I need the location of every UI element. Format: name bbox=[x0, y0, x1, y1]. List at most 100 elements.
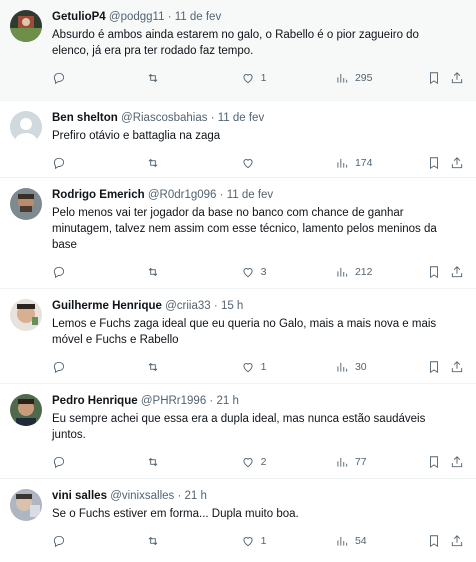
author-name[interactable]: Guilherme Henrique bbox=[52, 300, 162, 312]
share-button[interactable] bbox=[450, 455, 464, 469]
author-name[interactable]: GetulioP4 bbox=[52, 11, 106, 23]
avatar[interactable] bbox=[10, 394, 42, 426]
retweet-button[interactable] bbox=[146, 71, 240, 85]
avatar[interactable] bbox=[10, 489, 42, 521]
tweet-header: GetulioP4 @podgg11 · 11 de fev bbox=[52, 10, 464, 24]
bookmark-button[interactable] bbox=[427, 71, 450, 85]
like-button[interactable]: 1 bbox=[241, 71, 335, 85]
tweet-header: Pedro Henrique @PHRr1996 · 21 h bbox=[52, 394, 464, 408]
retweet-button[interactable] bbox=[146, 534, 240, 548]
separator: · bbox=[210, 112, 215, 124]
tweet[interactable]: GetulioP4 @podgg11 · 11 de fev Absurdo é… bbox=[0, 0, 476, 101]
like-button[interactable] bbox=[241, 156, 335, 170]
bookmark-button[interactable] bbox=[427, 265, 450, 279]
separator: · bbox=[219, 189, 224, 201]
author-handle[interactable]: @criia33 bbox=[165, 300, 211, 312]
views-button[interactable]: 54 bbox=[335, 534, 427, 548]
tweet[interactable]: Ben shelton @Riascosbahias · 11 de fev P… bbox=[0, 101, 476, 178]
reply-button[interactable] bbox=[52, 265, 146, 279]
bookmark-icon bbox=[430, 456, 439, 469]
share-icon bbox=[451, 72, 463, 84]
tweet[interactable]: Guilherme Henrique @criia33 · 15 h Lemos… bbox=[0, 289, 476, 384]
views-button[interactable]: 212 bbox=[335, 265, 427, 279]
timestamp[interactable]: 11 de fev bbox=[175, 11, 221, 23]
tweet-actions: 3 212 bbox=[52, 257, 464, 287]
tweet-header: Ben shelton @Riascosbahias · 11 de fev bbox=[52, 111, 464, 125]
bookmark-button[interactable] bbox=[427, 156, 450, 170]
reply-button[interactable] bbox=[52, 156, 146, 170]
view-count: 212 bbox=[354, 266, 373, 278]
share-button[interactable] bbox=[450, 265, 464, 279]
avatar-image bbox=[10, 299, 42, 331]
author-handle[interactable]: @podgg11 bbox=[109, 11, 165, 23]
views-button[interactable]: 174 bbox=[335, 156, 427, 170]
retweet-icon bbox=[148, 158, 158, 168]
avatar[interactable] bbox=[10, 188, 42, 220]
like-button[interactable]: 3 bbox=[241, 265, 335, 279]
views-button[interactable]: 295 bbox=[335, 71, 427, 85]
timestamp[interactable]: 21 h bbox=[185, 490, 207, 502]
share-icon bbox=[451, 535, 463, 547]
bookmark-button[interactable] bbox=[427, 534, 450, 548]
separator: · bbox=[177, 490, 182, 502]
retweet-button[interactable] bbox=[146, 265, 240, 279]
default-avatar-image bbox=[10, 111, 42, 143]
views-icon bbox=[337, 457, 348, 467]
reply-button[interactable] bbox=[52, 360, 146, 374]
view-count: 295 bbox=[354, 72, 373, 84]
reply-button[interactable] bbox=[52, 71, 146, 85]
tweet-text: Eu sempre achei que essa era a dupla ide… bbox=[52, 413, 426, 441]
avatar[interactable] bbox=[10, 299, 42, 331]
like-button[interactable]: 1 bbox=[241, 534, 335, 548]
author-name[interactable]: Rodrigo Emerich bbox=[52, 189, 145, 201]
avatar[interactable] bbox=[10, 111, 42, 143]
views-icon bbox=[337, 73, 348, 83]
reply-icon bbox=[53, 266, 65, 279]
views-button[interactable]: 30 bbox=[335, 360, 427, 374]
author-handle[interactable]: @Riascosbahias bbox=[121, 112, 207, 124]
author-handle[interactable]: @vinixsalles bbox=[110, 490, 174, 502]
like-button[interactable]: 1 bbox=[241, 360, 335, 374]
heart-icon bbox=[243, 363, 253, 373]
tweet-actions: 1 30 bbox=[52, 352, 464, 382]
like-button[interactable]: 2 bbox=[241, 455, 335, 469]
author-name[interactable]: Pedro Henrique bbox=[52, 395, 138, 407]
tweet-text: Prefiro otávio e battaglia na zaga bbox=[52, 130, 221, 142]
author-name[interactable]: Ben shelton bbox=[52, 112, 118, 124]
share-button[interactable] bbox=[450, 360, 464, 374]
share-button[interactable] bbox=[450, 71, 464, 85]
tweet[interactable]: vini salles @vinixsalles · 21 h Se o Fuc… bbox=[0, 479, 476, 562]
views-icon bbox=[337, 158, 348, 168]
author-handle[interactable]: @PHRr1996 bbox=[141, 395, 206, 407]
timestamp[interactable]: 15 h bbox=[221, 300, 243, 312]
reply-icon bbox=[53, 157, 65, 170]
author-name[interactable]: vini salles bbox=[52, 490, 107, 502]
tweet[interactable]: Pedro Henrique @PHRr1996 · 21 h Eu sempr… bbox=[0, 384, 476, 479]
reply-button[interactable] bbox=[52, 455, 146, 469]
bookmark-icon bbox=[430, 266, 439, 279]
like-count: 1 bbox=[260, 361, 267, 373]
avatar-image bbox=[10, 489, 42, 521]
bookmark-button[interactable] bbox=[427, 455, 450, 469]
views-button[interactable]: 77 bbox=[335, 455, 427, 469]
bookmark-button[interactable] bbox=[427, 360, 450, 374]
reply-icon bbox=[53, 456, 65, 469]
avatar-image bbox=[10, 188, 42, 220]
author-handle[interactable]: @R0dr1g096 bbox=[148, 189, 217, 201]
avatar[interactable] bbox=[10, 10, 42, 42]
share-button[interactable] bbox=[450, 156, 464, 170]
like-count: 1 bbox=[260, 72, 267, 84]
separator: · bbox=[209, 395, 214, 407]
tweet[interactable]: Rodrigo Emerich @R0dr1g096 · 11 de fev P… bbox=[0, 178, 476, 289]
tweet-header: Guilherme Henrique @criia33 · 15 h bbox=[52, 299, 464, 313]
retweet-button[interactable] bbox=[146, 156, 240, 170]
reply-button[interactable] bbox=[52, 534, 146, 548]
tweet-actions: 1 295 bbox=[52, 63, 464, 93]
retweet-button[interactable] bbox=[146, 455, 240, 469]
timestamp[interactable]: 11 de fev bbox=[227, 189, 273, 201]
retweet-button[interactable] bbox=[146, 360, 240, 374]
share-button[interactable] bbox=[450, 534, 464, 548]
timestamp[interactable]: 21 h bbox=[216, 395, 238, 407]
timestamp[interactable]: 11 de fev bbox=[218, 112, 264, 124]
retweet-icon bbox=[148, 536, 158, 546]
